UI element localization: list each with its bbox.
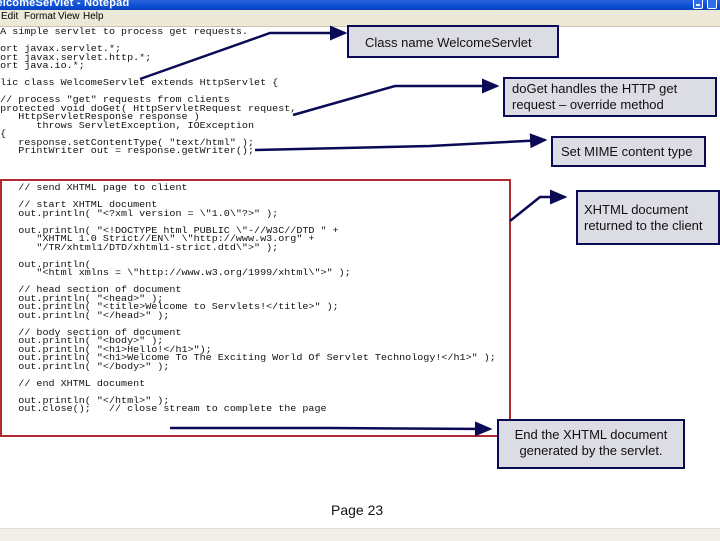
menu-format[interactable]: Format [24, 11, 56, 22]
page-number: Page 23 [331, 502, 383, 518]
callout-end-xhtml: End the XHTML document generated by the … [497, 419, 685, 469]
menu-edit[interactable]: Edit [1, 11, 18, 22]
callout-doget: doGet handles the HTTP get request – ove… [503, 77, 717, 117]
code-header-block: // A simple servlet to process get reque… [0, 28, 296, 156]
callout-xhtml-returned: XHTML document returned to the client [576, 190, 720, 245]
maximize-button[interactable] [707, 0, 717, 9]
window-title: WelcomeServlet - Notepad [0, 0, 129, 9]
status-bar [0, 528, 720, 541]
callout-mime-text: Set MIME content type [561, 144, 693, 159]
menu-view[interactable]: View [58, 11, 80, 22]
callout-doget-text: doGet handles the HTTP get request – ove… [512, 81, 677, 112]
callout-xhtml-returned-text: XHTML document returned to the client [584, 202, 703, 233]
callout-end-xhtml-text: End the XHTML document generated by the … [515, 427, 668, 458]
window-title-bar[interactable]: WelcomeServlet - Notepad [0, 0, 720, 10]
callout-mime: Set MIME content type [551, 136, 706, 167]
callout-class-name: Class name WelcomeServlet [347, 25, 559, 58]
xhtml-output-highlight [0, 179, 511, 437]
minimize-button[interactable] [693, 0, 703, 9]
callout-class-name-text: Class name WelcomeServlet [365, 35, 532, 50]
menu-help[interactable]: Help [83, 11, 104, 22]
